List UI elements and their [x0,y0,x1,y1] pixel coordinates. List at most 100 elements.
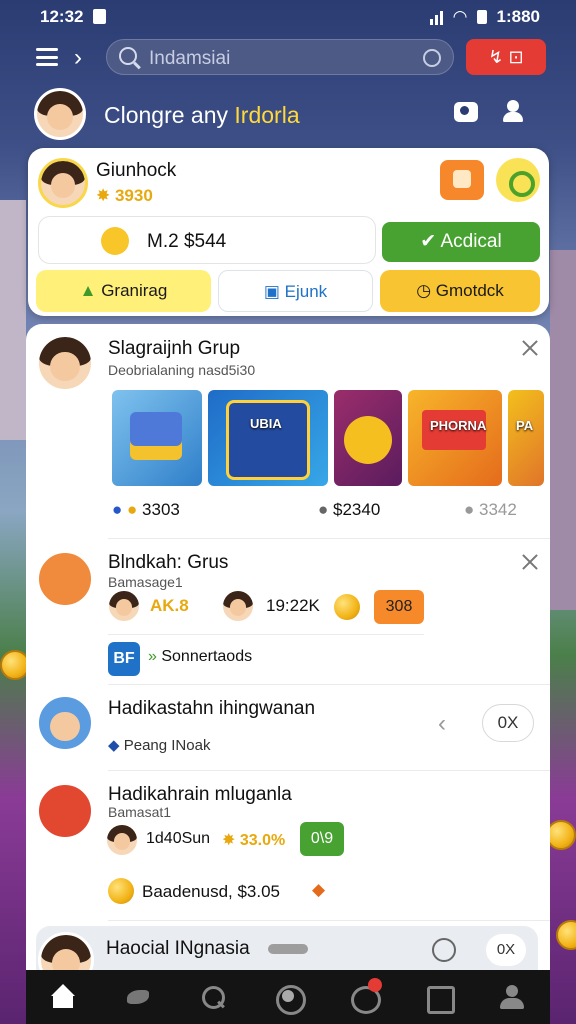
toggle-button[interactable]: 0X [482,704,534,742]
item-subtitle: Bamasage1 [108,574,183,590]
sticker-icon: ◆ [108,737,120,754]
item-subtitle: Bamasat1 [108,804,172,820]
stat-users-value: 3342 [479,500,517,519]
background-coin [546,820,576,850]
greeting-highlight: Irdorla [234,102,300,128]
item-avatar [36,782,94,840]
value-pill[interactable]: 0\9 [300,822,344,856]
accept-button[interactable]: ✔ Acdical [382,222,540,262]
item-subtitle: Deobrialaning nasd5i30 [108,362,256,378]
percent-text: ✸ 33.0% [222,830,285,850]
item-title: Hadikahrain mluganla [108,784,292,805]
status-bar: 12:32 ◠ 1:880 [0,0,576,34]
gmotdck-button[interactable]: ◷ Gmotdck [380,270,540,312]
status-time: 12:32 [40,7,84,26]
search-bar[interactable]: Indamsiai [106,39,454,75]
wallet-name: Giunhock [96,160,177,181]
alert-button-label: ↯ ⊡ [488,46,524,67]
toggle-button[interactable]: 0X [486,934,526,966]
bag-icon: ◆ [312,880,326,899]
game-thumbnail[interactable]: PA [508,390,544,486]
notification-icon [93,9,106,24]
search-input[interactable]: Indamsiai [149,48,230,70]
list-item[interactable]: Haocial INgnasia 0X [36,926,538,988]
timer-icon[interactable] [432,938,456,962]
thumb-label: PA [516,418,534,433]
list-item[interactable]: Blndkah: Grus Bamasage1 AK.8 19:22K 308 … [26,538,550,685]
gift-icon[interactable] [440,160,484,200]
users-icon: ● [464,500,475,519]
settings-icon[interactable] [496,158,540,202]
home-icon[interactable] [50,984,76,1010]
item-title: Slagraijnh Grup [108,338,241,359]
menu-icon[interactable] [36,48,58,66]
bird-icon[interactable] [125,984,151,1010]
inventory-icon[interactable] [425,984,455,1014]
list-item[interactable]: Hadikastahn ihingwanan ◆ Peang INoak ‹ 0… [26,684,550,771]
greeting-text: Clongre any Irdorla [104,102,300,129]
list-item[interactable]: Hadikahrain mluganla Bamasat1 1d40Sun ✸ … [26,770,550,921]
game-thumbnail[interactable]: UBIA [208,390,328,486]
refresh-icon[interactable] [423,49,441,67]
search-icon[interactable] [200,984,226,1010]
box-icon: ▣ [263,282,280,301]
granirag-label: Granirag [101,281,168,300]
balance-field: M.2 $544 [38,216,376,264]
mini-avatar [108,590,140,622]
value-pill[interactable]: 308 [374,590,424,624]
alert-button[interactable]: ↯ ⊡ [466,39,546,75]
wallet-points-value: 3930 [114,186,153,205]
coin-icon [334,594,360,620]
amount-value: 19:22K [266,596,320,615]
profile-header: Clongre any Irdorla [34,88,544,140]
avatar[interactable] [34,88,86,140]
game-thumbnail[interactable]: PHORNA [408,390,502,486]
signal-icon [430,9,444,25]
search-icon [119,47,137,65]
thumb-label: UBIA [250,416,282,431]
thumbnail-strip: UBIA PHORNA PA [112,390,544,486]
granirag-button[interactable]: ▲ Granirag [36,270,211,312]
chevron-right-icon[interactable]: › [74,44,82,72]
chevron-left-icon[interactable]: ‹ [438,710,446,738]
game-thumbnail[interactable] [334,390,402,486]
accept-label: Acdical [440,231,502,252]
item-avatar [36,694,94,752]
game-thumbnail[interactable] [112,390,202,486]
close-icon[interactable] [522,340,538,356]
feed-list: Slagraijnh Grup Deobrialaning nasd5i30 U… [26,324,550,974]
bottom-navigation [26,970,550,1024]
chat-icon[interactable] [350,978,382,1014]
wallet-card: Giunhock ✸ 3930 M.2 $544 ✔ Acdical ▲ Gra… [28,148,549,316]
close-icon[interactable] [522,554,538,570]
camera-icon[interactable] [454,102,478,122]
arrows-icon: » [148,648,157,665]
explore-icon[interactable] [275,984,306,1015]
list-item[interactable]: Slagraijnh Grup Deobrialaning nasd5i30 U… [26,324,550,539]
stat-likes-value: 3303 [142,500,180,519]
badge-label: » Sonnertaods [148,648,252,666]
item-subtitle: ◆ Peang INoak [108,736,210,754]
thumb-label: PHORNA [430,418,487,433]
background-coin [556,920,576,950]
profile-icon[interactable] [499,984,525,1010]
wallet-points: ✸ 3930 [96,186,153,205]
top-navigation: › Indamsiai ↯ ⊡ [26,38,548,78]
stat-users: ● 3342 [464,500,517,520]
item-avatar [36,334,94,392]
clock-icon: ◷ [416,281,432,300]
user-icon[interactable] [502,100,524,122]
detail-text: 1d40Sun [146,830,211,847]
pin-icon: ● [318,500,329,519]
stat-money: ● $2340 [318,500,380,520]
ejunk-label: Ejunk [284,282,328,301]
tag-value: AK.8 [150,596,189,615]
badge: BF [108,642,140,676]
percent-value: 33.0% [239,832,286,849]
mini-avatar [222,590,254,622]
wifi-icon: ◠ [453,7,467,26]
ejunk-button[interactable]: ▣ Ejunk [218,270,373,312]
background-building-right [550,250,576,610]
item-avatar [36,550,94,608]
divider [108,920,550,921]
